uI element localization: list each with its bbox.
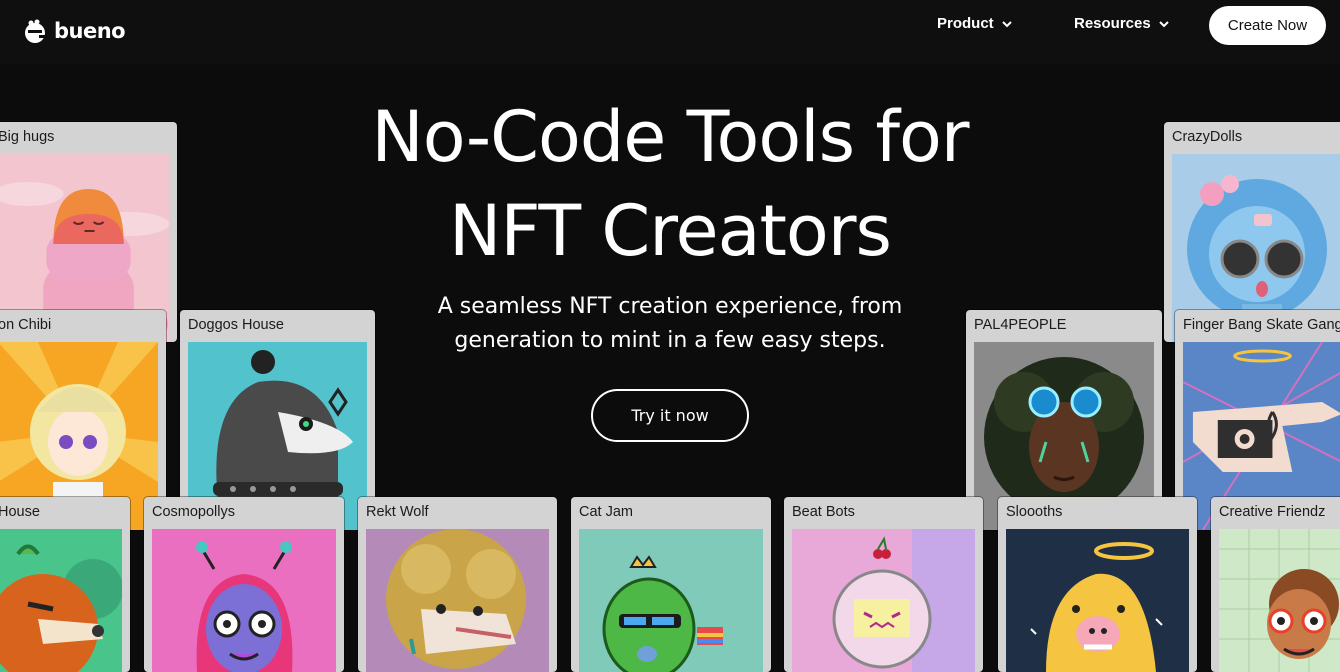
card-title: House: [0, 504, 40, 520]
nav-resources-label: Resources: [1074, 15, 1151, 32]
nft-card-cosmopollys[interactable]: Cosmopollys: [144, 497, 344, 672]
hero-title: No-Code Tools for NFT Creators: [300, 90, 1040, 278]
nft-artwork: [579, 529, 763, 672]
nft-card-beat-bots[interactable]: Beat Bots: [784, 497, 983, 672]
nft-artwork: [792, 529, 975, 672]
nft-card-creative-friendz[interactable]: Creative Friendz: [1211, 497, 1340, 672]
nft-card-big-hugs[interactable]: Big hugs: [0, 122, 177, 342]
top-navigation-bar: bueno Product Resources Create Now: [0, 0, 1340, 64]
nft-card-cat-jam[interactable]: Cat Jam: [571, 497, 771, 672]
create-now-button[interactable]: Create Now: [1209, 6, 1326, 45]
card-title: Beat Bots: [792, 504, 855, 520]
brand-logo[interactable]: bueno: [22, 18, 126, 44]
hero-subtitle: A seamless NFT creation experience, from…: [400, 290, 940, 358]
brand-name: bueno: [54, 19, 126, 43]
nav-product-label: Product: [937, 15, 994, 32]
chevron-down-icon: [1001, 20, 1012, 27]
chevron-down-icon: [1159, 20, 1169, 27]
card-title: Rekt Wolf: [366, 504, 429, 520]
nft-artwork: [366, 529, 549, 672]
nav-resources[interactable]: Resources: [1074, 15, 1170, 32]
nft-card-house[interactable]: House: [0, 497, 130, 672]
nav-product[interactable]: Product: [937, 15, 1013, 32]
hero-title-line-2: NFT Creators: [448, 190, 892, 272]
card-title: Sloooths: [1006, 504, 1063, 520]
hero-title-line-1: No-Code Tools for: [371, 96, 969, 178]
nft-artwork: [1006, 529, 1189, 672]
card-title: CrazyDolls: [1172, 129, 1243, 145]
card-title: Big hugs: [0, 129, 55, 145]
card-title: Doggos House: [188, 317, 284, 333]
card-title: Cat Jam: [579, 504, 633, 520]
nft-artwork: [152, 529, 336, 672]
nft-card-sloooths[interactable]: Sloooths: [998, 497, 1197, 672]
bueno-logo-icon: [25, 19, 45, 43]
hero-subtitle-line-2: generation to mint in a few easy steps.: [454, 328, 886, 353]
card-title: Finger Bang Skate Gang: [1183, 317, 1340, 333]
card-title: Creative Friendz: [1219, 504, 1326, 520]
card-title: on Chibi: [0, 317, 52, 333]
card-title: PAL4PEOPLE: [974, 317, 1067, 333]
hero-subtitle-line-1: A seamless NFT creation experience, from: [437, 294, 903, 319]
nft-card-rekt-wolf[interactable]: Rekt Wolf: [358, 497, 557, 672]
card-title: Cosmopollys: [152, 504, 235, 520]
nft-artwork: [0, 529, 122, 672]
try-it-now-button[interactable]: Try it now: [591, 389, 749, 442]
nft-artwork: [1219, 529, 1340, 672]
nft-card-crazydolls[interactable]: CrazyDolls: [1164, 122, 1340, 342]
